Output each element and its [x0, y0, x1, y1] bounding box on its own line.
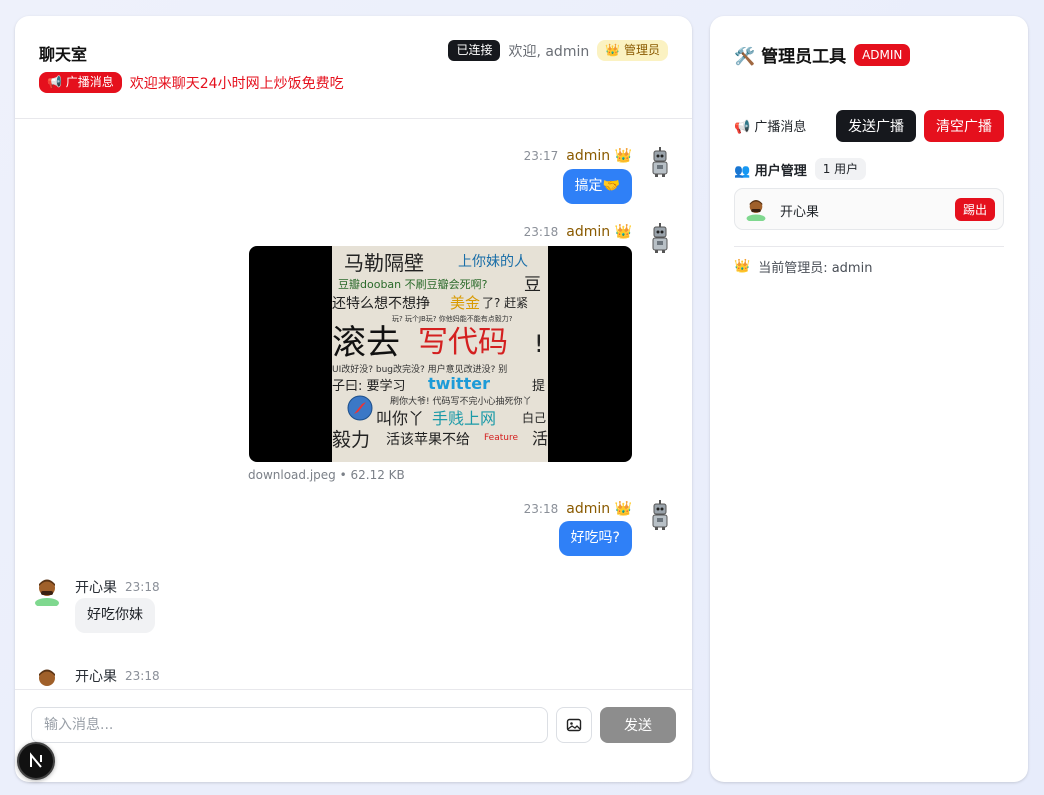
image-line: 手贱上网	[432, 409, 496, 428]
robot-avatar-icon	[652, 223, 668, 253]
message-meta: 23:17 admin 👑	[524, 148, 632, 164]
page: 聊天室 已连接 欢迎, admin 👑 管理员 📢 广播消息 欢迎来聊天24小时…	[0, 0, 1044, 795]
user-avatar-icon	[35, 579, 59, 606]
image-line: 活	[532, 429, 548, 448]
connection-status-badge: 已连接	[448, 40, 501, 61]
image-attachment[interactable]: 马勒隔壁 上你妹的人 豆瓣dooban 不刷豆瓣会死啊? 豆 还特么想不想挣 美…	[249, 246, 632, 462]
clear-broadcast-button[interactable]: 清空广播	[924, 110, 1004, 142]
image-line: 毅力	[332, 429, 370, 451]
message-bubble: 好吃你妹	[75, 598, 155, 633]
message-sender: admin 👑	[566, 501, 632, 517]
admin-panel: 🛠️ 管理员工具 ADMIN 📢 广播消息 发送广播 清空广播 👥 用户管理 1…	[710, 16, 1028, 782]
image-line: 叫你丫	[376, 409, 424, 428]
user-name: 开心果	[780, 205, 820, 220]
image-line: 写代码	[418, 325, 508, 360]
composer: 发送	[15, 689, 692, 782]
robot-avatar-icon	[652, 500, 668, 530]
image-line: 美金	[450, 294, 480, 312]
send-button[interactable]: 发送	[600, 707, 676, 743]
broadcast-section-label: 📢 广播消息	[734, 120, 807, 135]
broadcast-row: 📢 广播消息 欢迎来聊天24小时网上炒饭免费吃	[39, 72, 344, 93]
user-count-badge: 1 用户	[814, 158, 867, 180]
current-admin-text: 当前管理员: admin	[758, 261, 873, 276]
message-bubble: 好吃吗?	[558, 521, 632, 556]
send-broadcast-button[interactable]: 发送广播	[836, 110, 916, 142]
current-admin-row: 👑 当前管理员: admin	[734, 257, 872, 276]
image-line: 上你妹的人	[458, 254, 528, 270]
image-icon	[566, 718, 582, 732]
user-management-label: 👥 用户管理	[734, 163, 807, 179]
user-card: 开心果 踢出	[734, 188, 1004, 230]
role-badge: 👑 管理员	[597, 40, 668, 61]
admin-title-row: 🛠️ 管理员工具 ADMIN	[734, 42, 911, 67]
admin-tag: ADMIN	[854, 43, 911, 66]
image-line: 马勒隔壁	[344, 251, 424, 275]
image-line: 活该苹果不给	[386, 432, 470, 448]
kick-user-button[interactable]: 踢出	[954, 198, 995, 221]
header-status-group: 已连接 欢迎, admin 👑 管理员	[448, 40, 668, 61]
chat-title: 聊天室	[39, 45, 88, 64]
message-meta: 23:18 admin 👑	[524, 224, 632, 240]
message-sender: 开心果	[75, 580, 117, 596]
chat-panel: 聊天室 已连接 欢迎, admin 👑 管理员 📢 广播消息 欢迎来聊天24小时…	[15, 16, 692, 782]
image-line: !	[534, 330, 544, 358]
image-line: 子曰: 要学习	[332, 378, 406, 394]
upload-image-button[interactable]	[556, 707, 592, 743]
image-line: 刷你大爷! 代码写不完小心抽死你丫	[390, 395, 531, 407]
image-line: 白己	[522, 410, 546, 425]
image-line: 还特么想不想挣	[332, 296, 430, 312]
message-bubble: 搞定🤝	[562, 169, 632, 204]
divider	[734, 246, 1004, 247]
welcome-text: 欢迎, admin	[508, 43, 590, 60]
image-line: 提	[532, 378, 545, 394]
file-caption: download.jpeg • 62.12 KB	[248, 468, 405, 482]
broadcast-badge: 📢 广播消息	[39, 72, 122, 93]
message-time: 23:18	[523, 502, 559, 516]
message-time: 23:17	[523, 149, 559, 163]
message-meta: 开心果 23:18	[75, 577, 160, 597]
image-line: 豆	[524, 275, 541, 295]
message-input[interactable]	[31, 707, 548, 743]
image-line: 滚去	[332, 323, 400, 363]
message-time: 23:18	[125, 580, 160, 594]
message-sender: admin 👑	[566, 224, 632, 240]
image-content: 马勒隔壁 上你妹的人 豆瓣dooban 不刷豆瓣会死啊? 豆 还特么想不想挣 美…	[332, 246, 548, 462]
image-line: 豆瓣dooban 不刷豆瓣会死啊?	[338, 277, 488, 291]
broadcast-text: 欢迎来聊天24小时网上炒饭免费吃	[129, 75, 344, 92]
image-line: 玩? 玩个JB玩? 你他妈能不能有点毅力?	[392, 314, 513, 323]
user-avatar-icon	[39, 669, 55, 686]
image-line: twitter	[428, 374, 490, 393]
image-text-collage: 马勒隔壁 上你妹的人 豆瓣dooban 不刷豆瓣会死啊? 豆 还特么想不想挣 美…	[332, 251, 548, 451]
message-time: 23:18	[125, 669, 160, 683]
image-line: 了? 赶紧	[482, 296, 528, 310]
user-management-header: 👥 用户管理 1 用户	[734, 158, 867, 180]
message-meta: 开心果 23:18	[75, 666, 160, 686]
crown-icon: 👑	[734, 259, 751, 274]
message-list[interactable]: 23:17 admin 👑 搞定🤝 23:18 admin 👑 马勒隔壁 上你妹…	[15, 120, 692, 689]
message-meta: 23:18 admin 👑	[524, 501, 632, 517]
robot-avatar-icon	[652, 147, 668, 177]
dev-tools-badge[interactable]	[17, 742, 55, 780]
message-sender: admin 👑	[566, 148, 632, 164]
message-sender: 开心果	[75, 669, 117, 685]
nextjs-logo-icon	[30, 752, 42, 768]
image-line: Feature	[484, 433, 518, 443]
message-time: 23:18	[523, 225, 559, 239]
user-avatar-icon	[746, 199, 766, 221]
chat-header: 聊天室 已连接 欢迎, admin 👑 管理员 📢 广播消息 欢迎来聊天24小时…	[15, 16, 692, 119]
admin-title: 🛠️ 管理员工具	[734, 47, 847, 67]
